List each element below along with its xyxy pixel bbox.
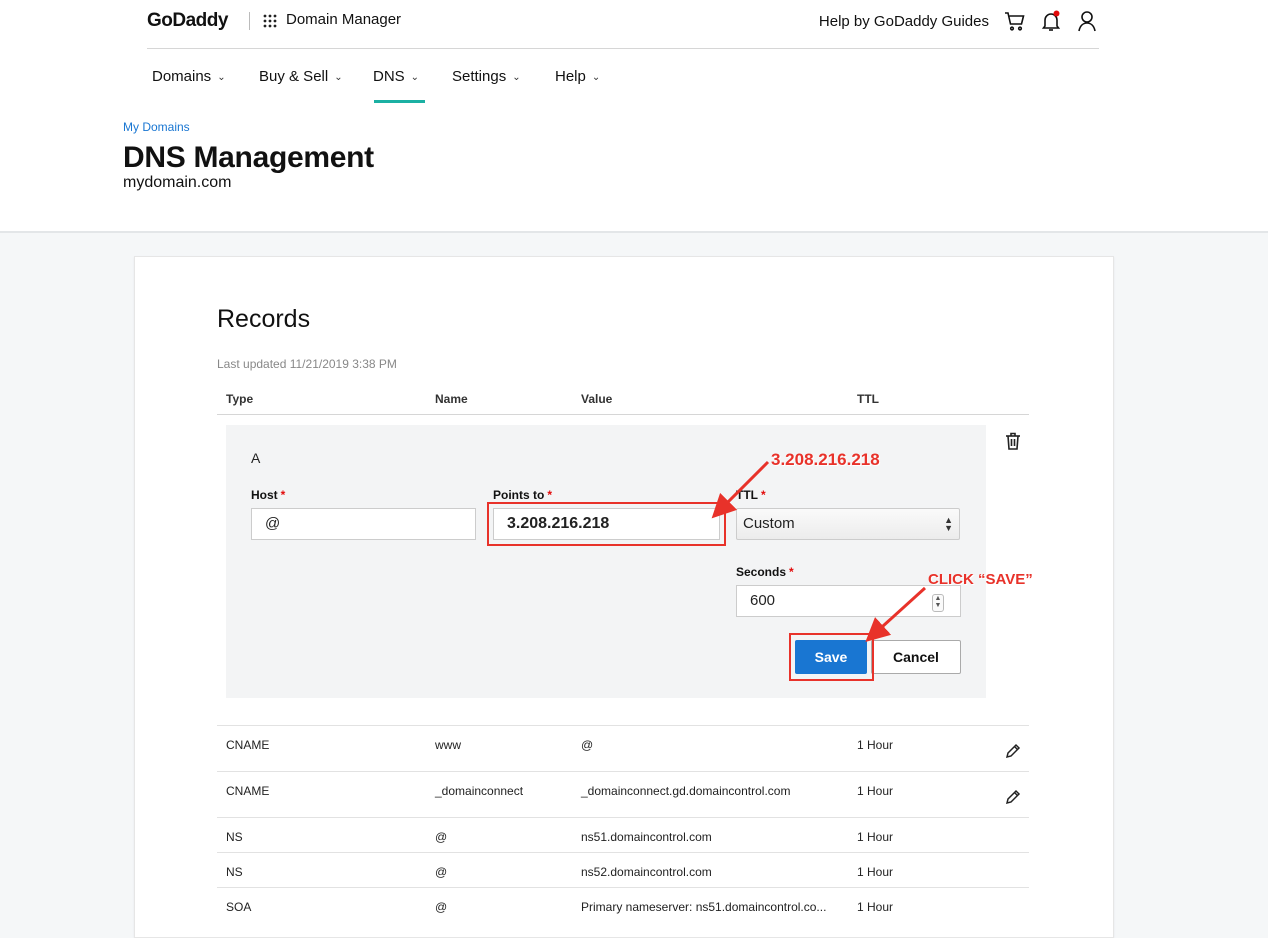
- nav-help[interactable]: Help ⌄: [555, 68, 600, 85]
- notification-bell-icon[interactable]: [1039, 9, 1063, 33]
- row-name: @: [435, 830, 448, 844]
- trash-icon[interactable]: [1005, 432, 1021, 450]
- column-header-ttl: TTL: [857, 392, 879, 406]
- domain-name: mydomain.com: [123, 174, 232, 191]
- row-divider: [217, 887, 1029, 888]
- row-value: ns52.domaincontrol.com: [581, 865, 712, 879]
- column-header-name: Name: [435, 392, 468, 406]
- seconds-value: 600: [750, 592, 776, 609]
- chevron-down-icon: ⌄: [410, 72, 420, 83]
- row-value: _domainconnect.gd.domaincontrol.com: [581, 784, 791, 798]
- row-name: www: [435, 738, 461, 752]
- row-divider: [217, 817, 1029, 818]
- ttl-select[interactable]: Custom ▲ ▼: [736, 508, 960, 540]
- column-header-value: Value: [581, 392, 613, 406]
- chevron-down-icon: ⌄: [334, 72, 343, 83]
- row-ttl: 1 Hour: [857, 830, 894, 844]
- help-link[interactable]: Help by GoDaddy Guides: [819, 13, 989, 30]
- nav-settings[interactable]: Settings ⌄: [452, 68, 521, 85]
- editor-record-type: A: [251, 450, 261, 466]
- row-name: @: [435, 865, 448, 879]
- column-header-type: Type: [226, 392, 254, 406]
- nav-domains[interactable]: Domains ⌄: [152, 68, 226, 85]
- required-mark: *: [761, 488, 766, 502]
- required-mark: *: [547, 488, 552, 502]
- row-value: @: [581, 738, 594, 752]
- header-divider: [217, 414, 1029, 415]
- host-input[interactable]: @: [251, 508, 476, 540]
- chevron-down-icon: ⌄: [591, 72, 601, 83]
- header-area: GoDaddy Domain Manager Help by GoDaddy G…: [0, 0, 1268, 233]
- required-mark: *: [789, 565, 794, 579]
- breadcrumb[interactable]: My Domains: [123, 120, 190, 134]
- cart-icon[interactable]: [1003, 9, 1027, 33]
- page-title: DNS Management: [123, 141, 374, 174]
- apps-grid-icon[interactable]: [263, 14, 277, 28]
- row-ttl: 1 Hour: [857, 900, 894, 914]
- nav-buy-sell[interactable]: Buy & Sell ⌄: [259, 68, 343, 85]
- user-account-icon[interactable]: [1075, 9, 1099, 33]
- row-value: Primary nameserver: ns51.domaincontrol.c…: [581, 900, 827, 914]
- row-type: NS: [226, 865, 243, 879]
- pencil-icon[interactable]: [1005, 743, 1021, 759]
- chevron-down-icon: ⌄: [512, 72, 521, 83]
- cancel-button[interactable]: Cancel: [871, 640, 961, 674]
- top-bar: GoDaddy Domain Manager Help by GoDaddy G…: [147, 0, 1099, 49]
- last-updated: Last updated 11/21/2019 3:38 PM: [217, 357, 397, 371]
- annotation-box-save: [789, 633, 874, 681]
- points-to-label: Points to *: [493, 488, 552, 502]
- seconds-input[interactable]: 600 ▲ ▼: [736, 585, 961, 617]
- annotation-box-points-to: [487, 502, 726, 546]
- row-ttl: 1 Hour: [857, 784, 894, 798]
- row-ttl: 1 Hour: [857, 738, 894, 752]
- chevron-down-icon: ⌄: [217, 72, 226, 83]
- host-label: Host *: [251, 488, 286, 502]
- seconds-label: Seconds *: [736, 565, 794, 579]
- nav-dns[interactable]: DNS ⌄: [373, 68, 419, 85]
- required-mark: *: [280, 488, 286, 502]
- pencil-icon[interactable]: [1005, 789, 1021, 805]
- ttl-select-value: Custom: [743, 515, 795, 532]
- annotation-save-callout: CLICK “SAVE”: [928, 571, 1033, 588]
- nav-active-indicator: [374, 100, 425, 103]
- records-title: Records: [217, 305, 311, 333]
- annotation-ip-callout: 3.208.216.218: [771, 450, 880, 469]
- row-ttl: 1 Hour: [857, 865, 894, 879]
- product-name[interactable]: Domain Manager: [286, 11, 401, 28]
- row-divider: [217, 771, 1029, 772]
- ttl-label: TTL *: [736, 488, 766, 502]
- row-type: CNAME: [226, 738, 270, 752]
- row-type: NS: [226, 830, 243, 844]
- row-value: ns51.domaincontrol.com: [581, 830, 712, 844]
- row-type: CNAME: [226, 784, 270, 798]
- number-spinner-icon[interactable]: ▲ ▼: [932, 594, 944, 612]
- row-divider: [217, 725, 1029, 726]
- row-type: SOA: [226, 900, 252, 914]
- row-name: @: [435, 900, 448, 914]
- select-arrows-icon: ▲ ▼: [944, 515, 953, 533]
- row-divider: [217, 852, 1029, 853]
- logo-separator: [249, 12, 250, 30]
- godaddy-logo[interactable]: GoDaddy: [147, 10, 228, 32]
- row-name: _domainconnect: [435, 784, 524, 798]
